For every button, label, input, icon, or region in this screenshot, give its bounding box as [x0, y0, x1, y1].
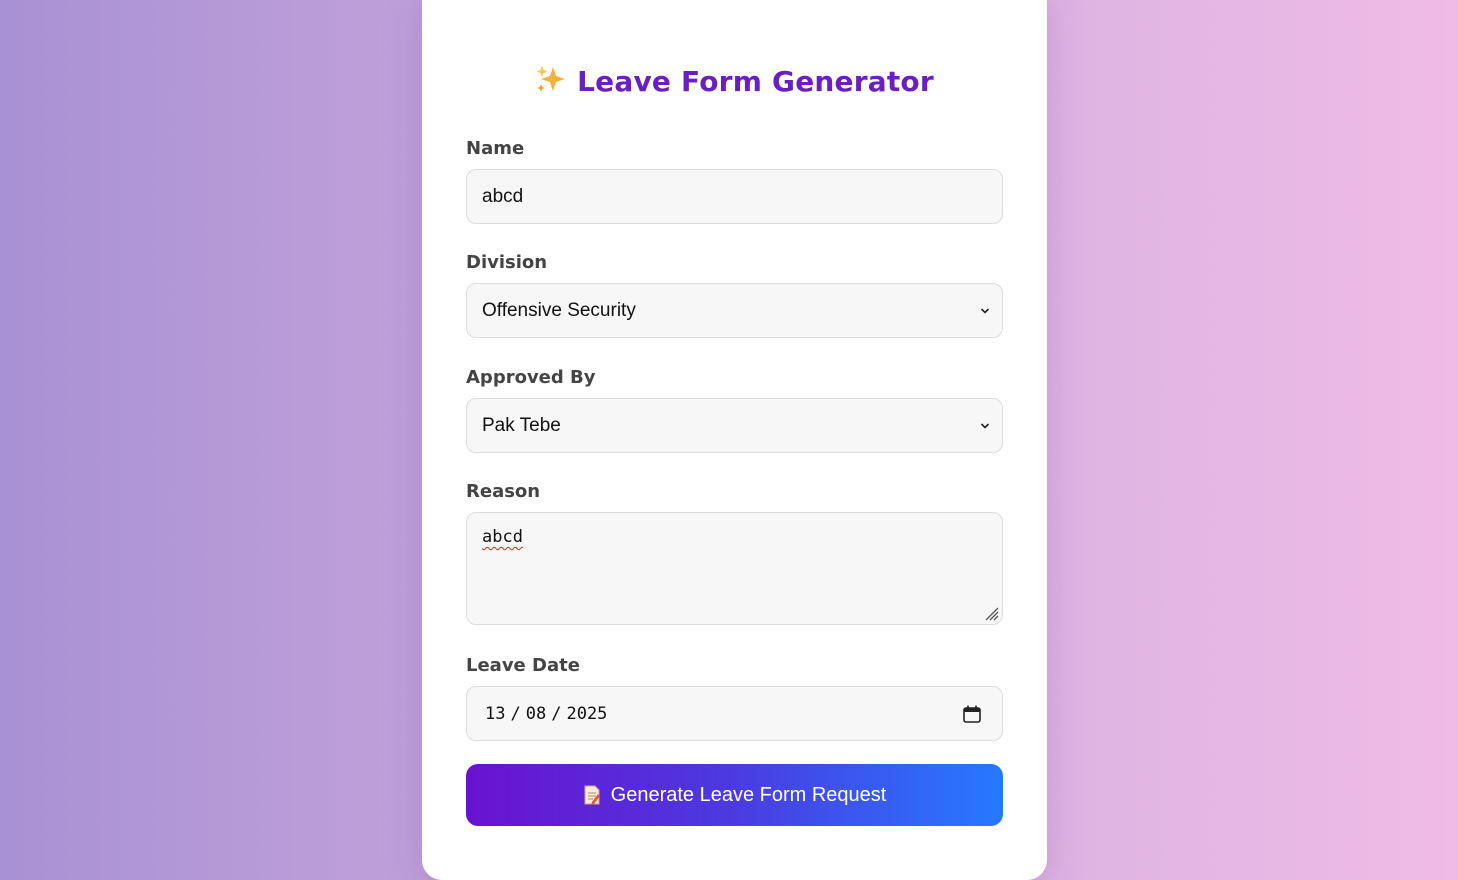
leave-date-field-group: Leave Date 13/08/2025: [466, 654, 1003, 741]
chevron-down-icon: [980, 307, 990, 314]
reason-field-group: Reason abcd: [466, 480, 1003, 625]
reason-textarea-value: abcd: [482, 527, 523, 547]
form-card: Leave Form Generator Name abcd Division …: [422, 0, 1047, 880]
generate-leave-form-button-label: Generate Leave Form Request: [610, 783, 887, 806]
resize-handle-icon[interactable]: [982, 604, 1000, 622]
name-input[interactable]: abcd: [466, 169, 1003, 224]
name-label: Name: [466, 138, 525, 159]
generate-leave-form-button[interactable]: Generate Leave Form Request: [466, 764, 1003, 826]
approved-by-label: Approved By: [466, 367, 596, 388]
page-title: Leave Form Generator: [422, 65, 1047, 102]
leave-date-month[interactable]: 08: [526, 704, 546, 724]
page-title-text: Leave Form Generator: [577, 65, 934, 98]
chevron-down-icon: [980, 422, 990, 429]
division-field-group: Division Offensive Security: [466, 251, 1003, 338]
approved-by-field-group: Approved By Pak Tebe: [466, 366, 1003, 453]
approved-by-select[interactable]: Pak Tebe: [466, 398, 1003, 453]
calendar-icon[interactable]: [962, 704, 982, 724]
division-label: Division: [466, 252, 548, 273]
leave-date-input[interactable]: 13/08/2025: [466, 686, 1003, 741]
date-separator: /: [510, 703, 521, 724]
reason-label: Reason: [466, 481, 541, 502]
division-select[interactable]: Offensive Security: [466, 283, 1003, 338]
leave-date-day[interactable]: 13: [485, 704, 505, 724]
division-select-value: Offensive Security: [482, 299, 636, 321]
leave-date-year[interactable]: 2025: [566, 704, 607, 724]
leave-date-label: Leave Date: [466, 655, 580, 676]
name-input-value: abcd: [482, 185, 524, 207]
date-separator: /: [551, 703, 562, 724]
approved-by-select-value: Pak Tebe: [482, 414, 561, 436]
name-field-group: Name abcd: [466, 137, 1003, 224]
sparkles-icon: [535, 65, 567, 102]
memo-icon: [584, 785, 600, 805]
reason-textarea[interactable]: abcd: [466, 512, 1003, 625]
